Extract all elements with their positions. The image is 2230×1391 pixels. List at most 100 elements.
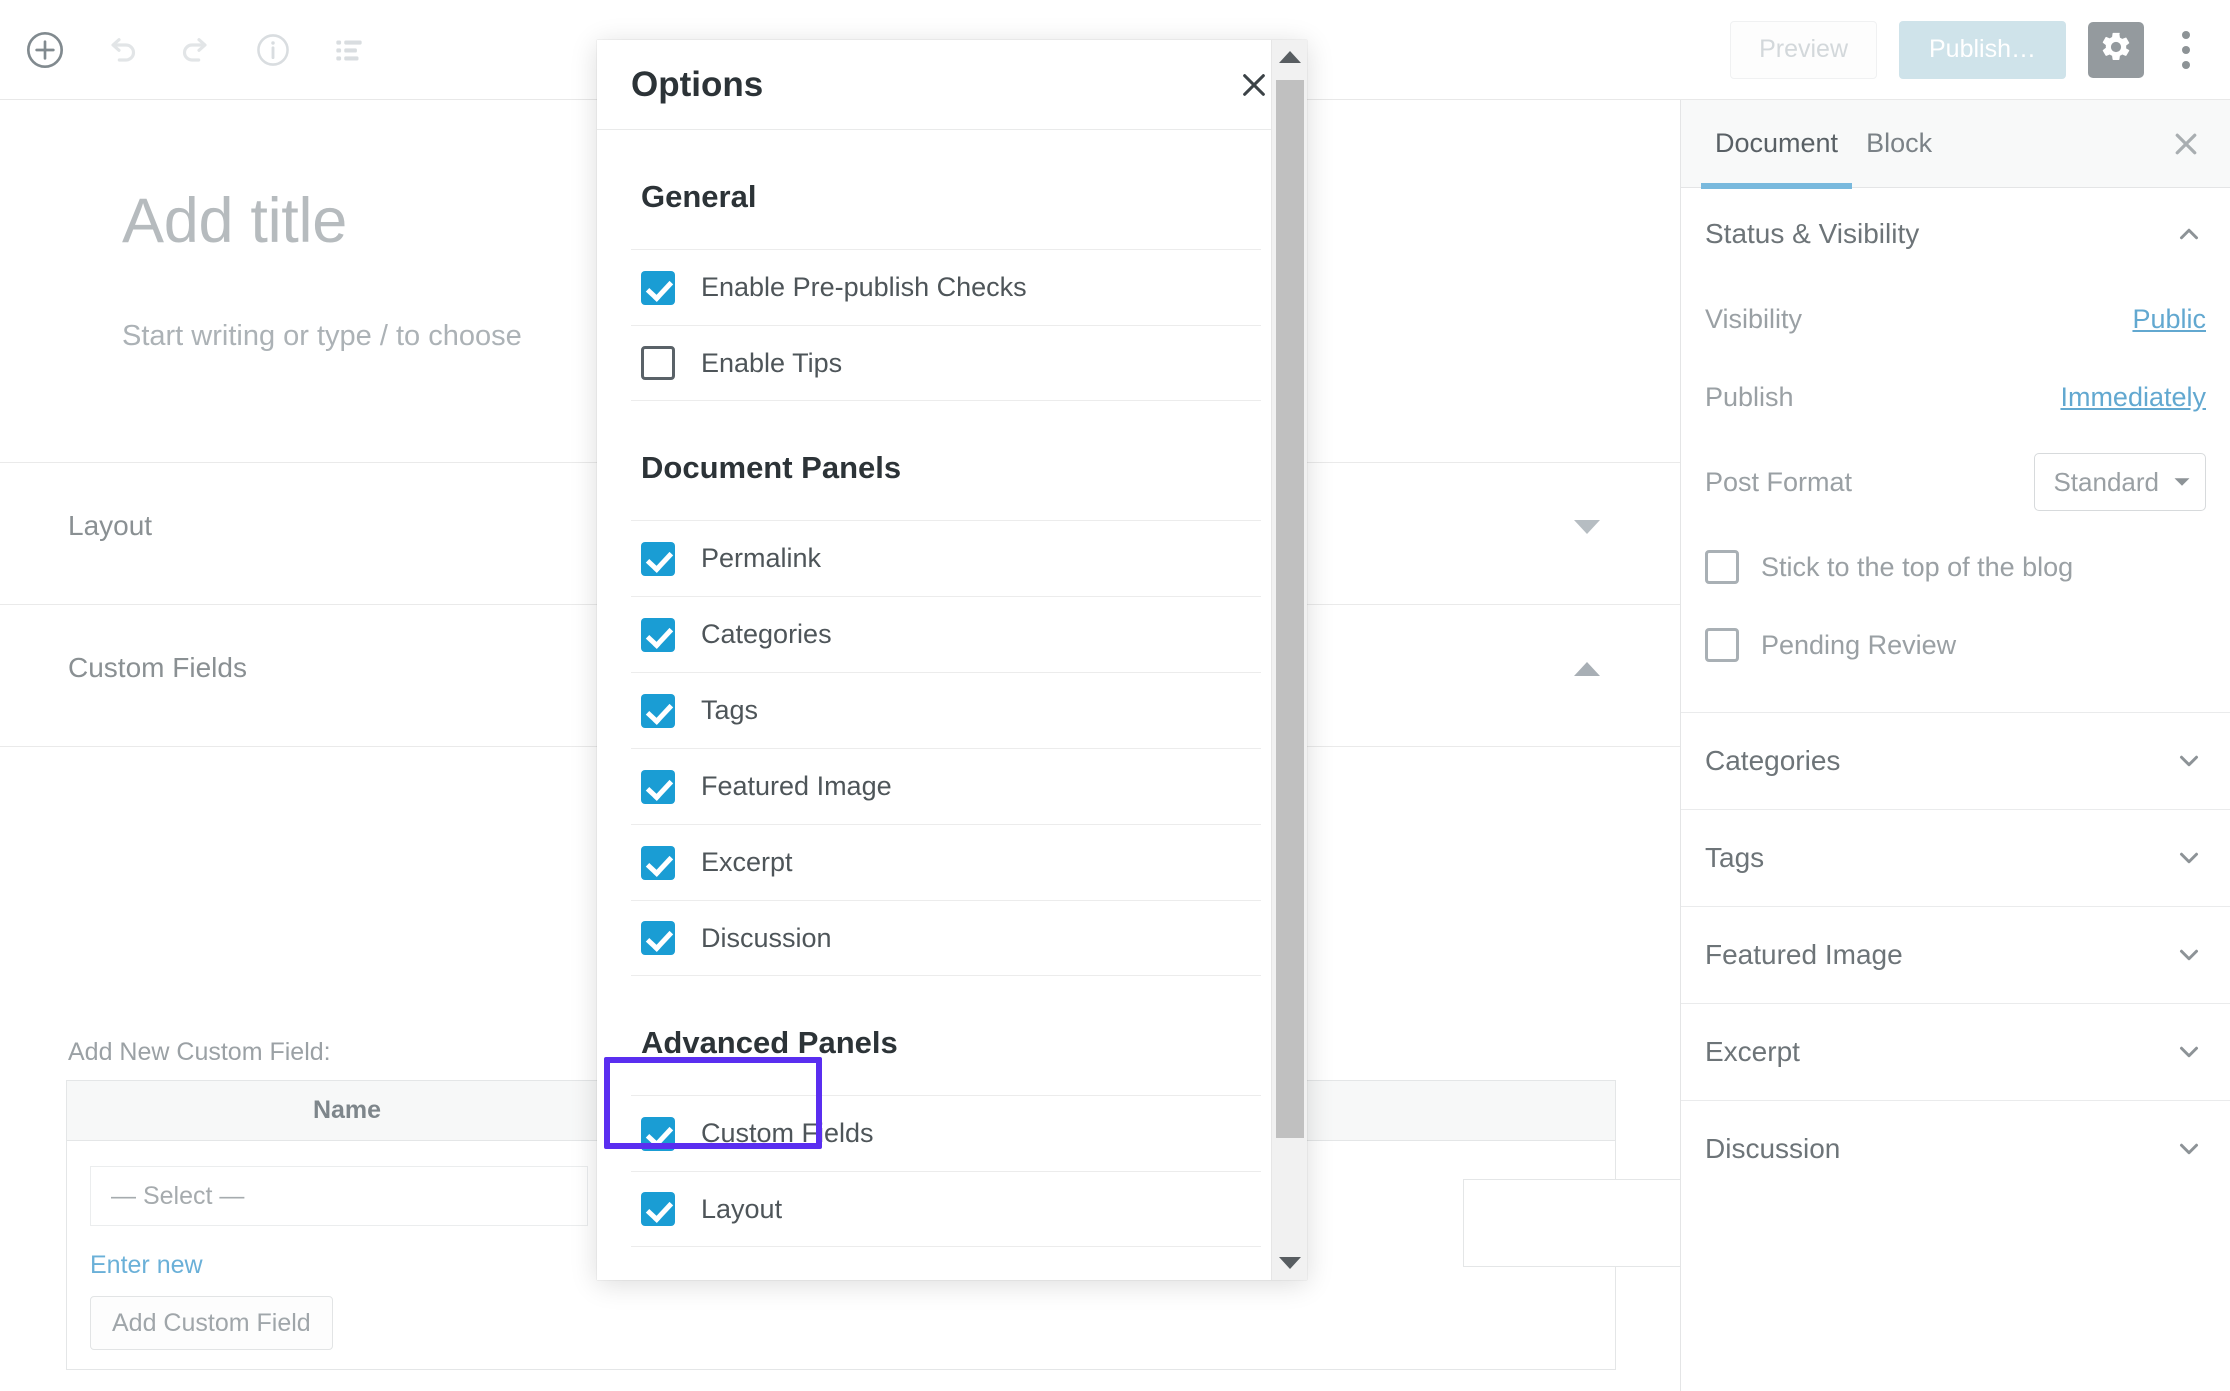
checkbox-unchecked-icon xyxy=(1705,550,1739,584)
option-excerpt-label: Excerpt xyxy=(701,847,793,877)
undo-icon[interactable] xyxy=(98,27,144,73)
tab-document[interactable]: Document xyxy=(1701,100,1853,189)
publish-button[interactable]: Publish… xyxy=(1899,20,2066,79)
sidebar-close-icon[interactable] xyxy=(2162,120,2210,168)
option-permalink[interactable]: Permalink xyxy=(631,520,1261,596)
panel-status-visibility-title: Status & Visibility xyxy=(1705,218,1920,249)
option-featured-image-label: Featured Image xyxy=(701,771,892,801)
redo-icon[interactable] xyxy=(174,27,220,73)
options-modal-wrapper: Options General Enable Pre-publish Check… xyxy=(597,40,1307,1280)
row-publish: Publish Immediately xyxy=(1681,358,2230,436)
section-title-advanced-panels: Advanced Panels xyxy=(641,1025,898,1060)
custom-field-name-select[interactable]: — Select — xyxy=(90,1166,588,1226)
section-list-general: Enable Pre-publish Checks Enable Tips xyxy=(631,249,1261,401)
option-categories-label: Categories xyxy=(701,619,832,649)
checkbox-checked-icon xyxy=(641,769,675,804)
checkbox-checked-icon xyxy=(641,1192,675,1226)
scrollbar-thumb[interactable] xyxy=(1276,80,1304,1138)
option-enable-tips[interactable]: Enable Tips xyxy=(631,325,1261,401)
triangle-up-icon xyxy=(1574,662,1600,676)
meta-panel-custom-fields-title: Custom Fields xyxy=(68,652,247,683)
publish-label: Publish xyxy=(1705,381,1794,412)
chevron-down-icon xyxy=(2172,1035,2206,1069)
publish-value-button[interactable]: Immediately xyxy=(2060,382,2206,413)
scroll-up-arrow-icon[interactable] xyxy=(1272,40,1307,74)
checkbox-checked-icon xyxy=(641,921,675,955)
chevron-down-icon xyxy=(2172,938,2206,972)
sidebar-panel-excerpt-title: Excerpt xyxy=(1705,1036,1800,1067)
triangle-down-icon xyxy=(1574,520,1600,534)
visibility-value-button[interactable]: Public xyxy=(2132,304,2206,335)
checkbox-pending-review[interactable]: Pending Review xyxy=(1681,606,2230,684)
sidebar-panel-excerpt[interactable]: Excerpt xyxy=(1681,1003,2230,1100)
chevron-down-icon xyxy=(2172,841,2206,875)
post-title-input[interactable]: Add title xyxy=(122,185,347,257)
top-bar-right-actions: Preview Publish… xyxy=(1730,20,2206,79)
option-custom-fields[interactable]: Custom Fields xyxy=(631,1095,1261,1171)
preview-button[interactable]: Preview xyxy=(1730,20,1877,79)
option-enable-pre-publish-checks[interactable]: Enable Pre-publish Checks xyxy=(631,249,1261,325)
sidebar-panel-categories[interactable]: Categories xyxy=(1681,712,2230,809)
sidebar-panel-categories-title: Categories xyxy=(1705,745,1841,776)
add-custom-field-button[interactable]: Add Custom Field xyxy=(90,1296,333,1350)
sidebar-panel-tags-title: Tags xyxy=(1705,842,1765,873)
info-icon[interactable] xyxy=(250,27,296,73)
options-modal-title: Options xyxy=(631,64,764,104)
option-layout[interactable]: Layout xyxy=(631,1171,1261,1247)
section-title-document-panels: Document Panels xyxy=(641,450,902,485)
option-enable-pre-publish-checks-label: Enable Pre-publish Checks xyxy=(701,272,1027,302)
tab-block[interactable]: Block xyxy=(1852,100,1946,188)
post-format-select[interactable]: Standard xyxy=(2034,453,2206,511)
sidebar-panel-tags[interactable]: Tags xyxy=(1681,809,2230,906)
option-featured-image[interactable]: Featured Image xyxy=(631,748,1261,824)
option-permalink-label: Permalink xyxy=(701,543,822,573)
panel-status-visibility[interactable]: Status & Visibility xyxy=(1681,188,2230,280)
sidebar-panel-featured-image-title: Featured Image xyxy=(1705,939,1903,970)
post-format-value: Standard xyxy=(2053,466,2159,497)
enter-new-link[interactable]: Enter new xyxy=(90,1251,203,1280)
post-format-label: Post Format xyxy=(1705,466,1853,497)
row-post-format: Post Format Standard xyxy=(1681,436,2230,528)
section-title-general: General xyxy=(641,179,757,214)
checkbox-checked-icon xyxy=(641,270,675,305)
option-custom-fields-label: Custom Fields xyxy=(701,1118,874,1148)
checkbox-stick-to-top-label: Stick to the top of the blog xyxy=(1761,551,2074,582)
checkbox-unchecked-icon xyxy=(641,346,675,380)
checkbox-stick-to-top[interactable]: Stick to the top of the blog xyxy=(1681,528,2230,606)
modal-scrollbar[interactable] xyxy=(1271,40,1307,1280)
top-bar-left-tools xyxy=(22,27,372,73)
option-tags[interactable]: Tags xyxy=(631,672,1261,748)
scroll-down-arrow-icon[interactable] xyxy=(1272,1246,1307,1280)
option-discussion-label: Discussion xyxy=(701,922,832,953)
option-enable-tips-label: Enable Tips xyxy=(701,347,843,378)
option-discussion[interactable]: Discussion xyxy=(631,900,1261,976)
block-navigation-icon[interactable] xyxy=(326,27,372,73)
custom-field-value-textarea[interactable] xyxy=(1463,1179,1680,1267)
options-modal-header: Options xyxy=(597,40,1307,130)
checkbox-checked-icon xyxy=(641,1116,675,1151)
row-visibility: Visibility Public xyxy=(1681,280,2230,358)
sidebar-panel-featured-image[interactable]: Featured Image xyxy=(1681,906,2230,1003)
chevron-down-icon xyxy=(2173,467,2191,498)
post-body-input[interactable]: Start writing or type / to choose xyxy=(122,320,522,353)
sidebar-panel-discussion-title: Discussion xyxy=(1705,1133,1841,1164)
section-list-advanced-panels: Custom Fields Layout xyxy=(631,1095,1261,1247)
options-modal-content: General Enable Pre-publish Checks Enable… xyxy=(597,130,1307,1247)
more-options-icon[interactable] xyxy=(2166,22,2206,78)
option-categories[interactable]: Categories xyxy=(631,596,1261,672)
add-new-custom-field-label: Add New Custom Field: xyxy=(68,1038,331,1066)
settings-sidebar: Document Block Status & Visibility Visib… xyxy=(1680,100,2230,1391)
sidebar-tab-bar: Document Block xyxy=(1681,100,2230,189)
add-block-icon[interactable] xyxy=(22,27,68,73)
section-list-document-panels: Permalink Categories Tags Featured Image… xyxy=(631,520,1261,976)
meta-panel-layout-title: Layout xyxy=(68,510,153,541)
visibility-label: Visibility xyxy=(1705,303,1803,334)
settings-gear-button[interactable] xyxy=(2088,21,2144,78)
sidebar-panel-discussion[interactable]: Discussion xyxy=(1681,1100,2230,1197)
checkbox-checked-icon xyxy=(641,693,675,728)
chevron-down-icon xyxy=(2172,1132,2206,1166)
chevron-up-icon xyxy=(2172,217,2206,251)
checkbox-unchecked-icon xyxy=(1705,628,1739,662)
option-excerpt[interactable]: Excerpt xyxy=(631,824,1261,900)
